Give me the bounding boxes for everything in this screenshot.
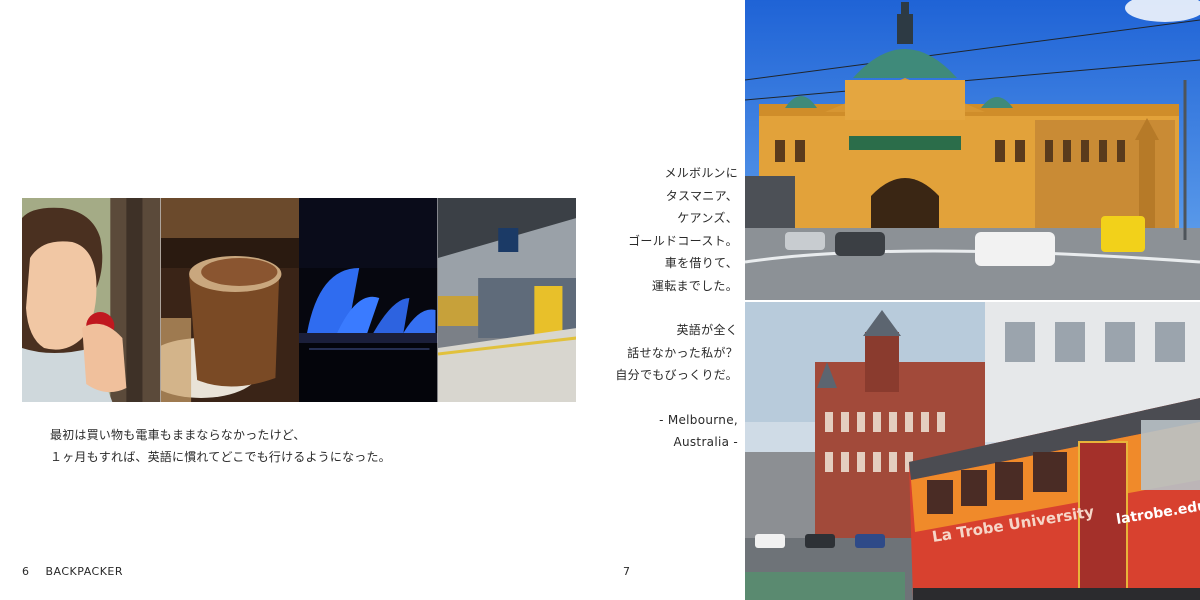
running-title: BACKPACKER [45,565,124,578]
page-number-left: 6 [22,565,30,578]
place-line: - Melbourne, [659,412,738,427]
poem-line: ゴールドコースト。 [628,233,738,248]
poem-text: メルボルンに タスマニア、 ケアンズ、 ゴールドコースト。 車を借りて、 運転ま… [615,162,738,454]
flinders-street-station-photo [745,0,1200,300]
caption-line: １ヶ月もすれば、英語に慣れてどこでも行けるようになった。 [50,450,391,464]
poem-line: 自分でもびっくりだ。 [615,368,738,382]
place-line: Australia - [673,435,738,449]
melbourne-tram-street-photo: La Trobe University latrobe.edu [745,302,1200,600]
left-folio: 6 BACKPACKER [22,565,139,578]
train-station-platform-photo [437,198,576,402]
sydney-opera-house-night-photo [299,198,438,402]
poem-line: タスマニア、 [665,188,738,203]
poem-line: 話せなかった私が？ [627,345,738,360]
poem-line: 運転までした。 [651,278,738,293]
poem-line: メルボルンに [664,166,738,180]
poem-line: 車を借りて、 [664,256,738,270]
page-number-right: 7 [623,565,630,578]
poem-line: 英語が全く [676,323,738,337]
photo-caption: 最初は買い物も電車もままならなかったけど、 １ヶ月もすれば、英語に慣れてどこでも… [50,424,391,468]
caption-line: 最初は買い物も電車もままならなかったけど、 [50,428,306,442]
woman-eating-apple-photo [22,198,161,402]
magazine-spread: 最初は買い物も電車もままならなかったけど、 １ヶ月もすれば、英語に慣れてどこでも… [0,0,1200,600]
poem-line: ケアンズ、 [677,211,738,225]
hot-chocolate-photo [160,198,299,402]
photo-strip [22,198,576,402]
